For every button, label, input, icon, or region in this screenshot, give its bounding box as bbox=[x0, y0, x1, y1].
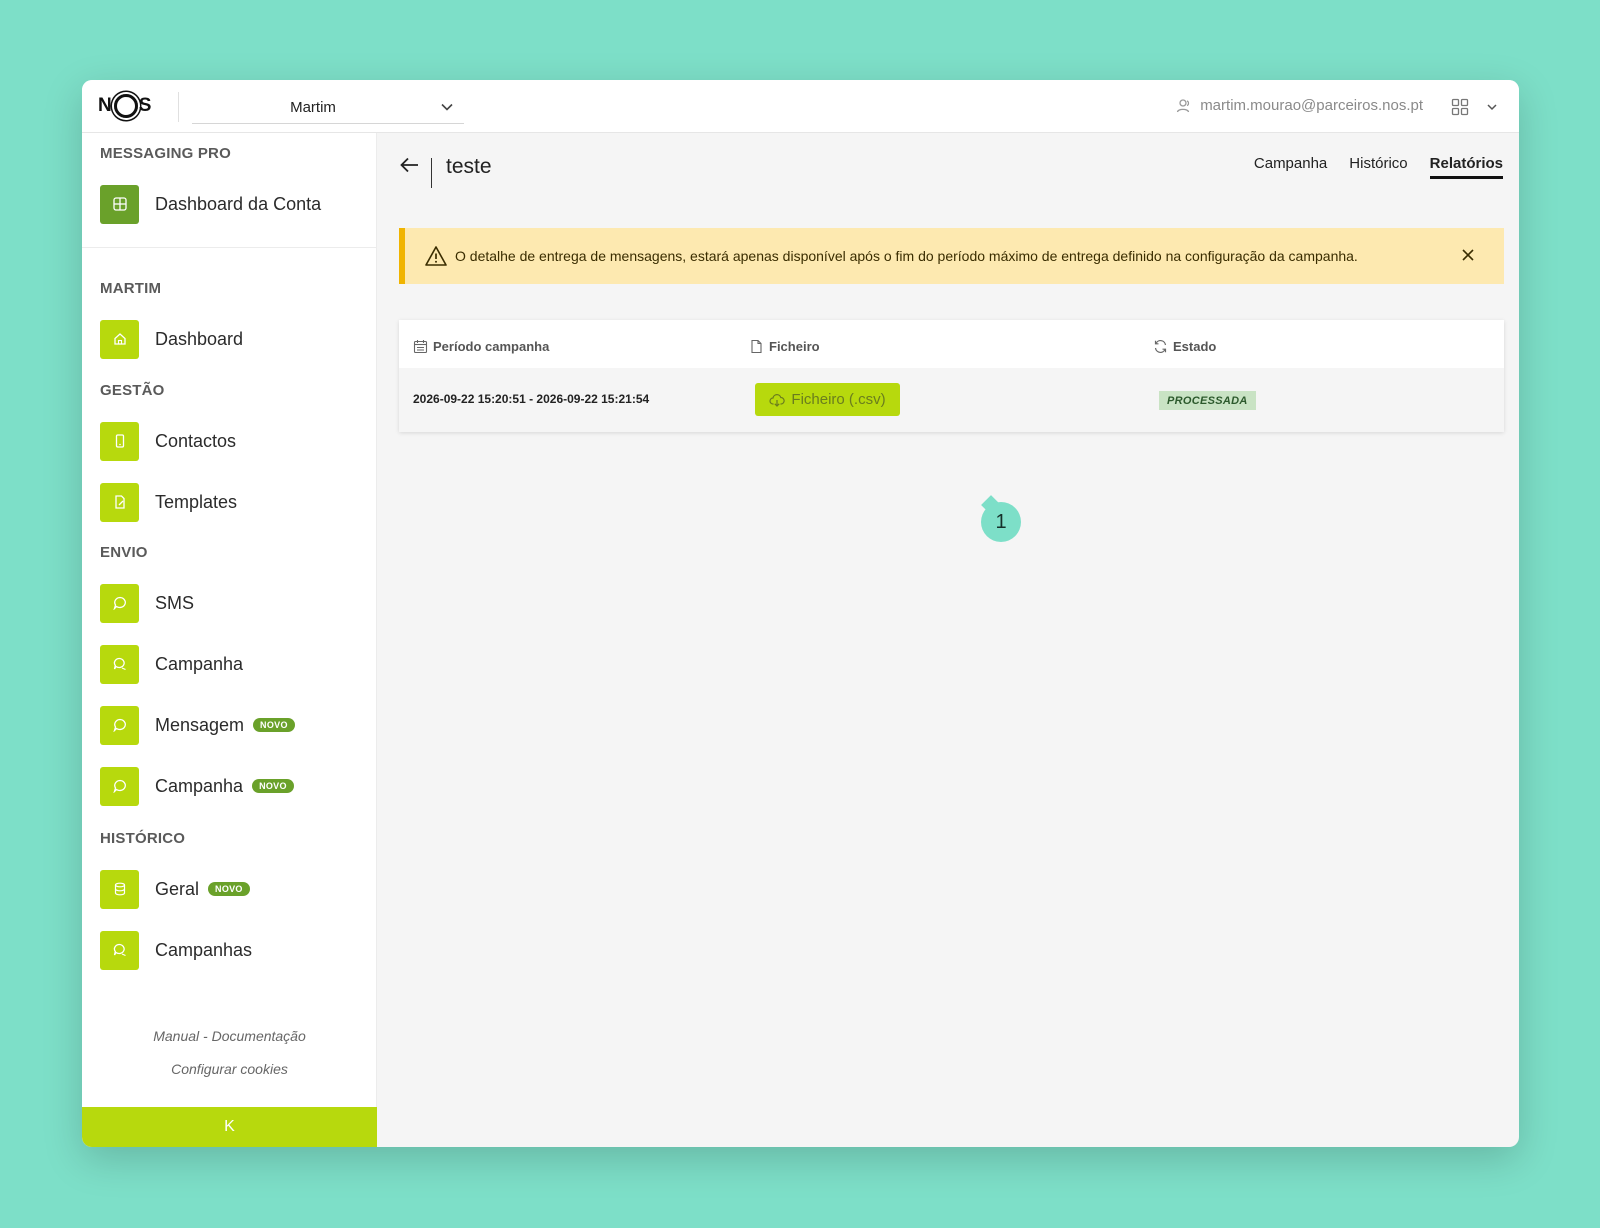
status-badge: PROCESSADA bbox=[1159, 391, 1256, 410]
column-header-file: Ficheiro bbox=[749, 336, 820, 356]
tab-campanha[interactable]: Campanha bbox=[1254, 155, 1327, 179]
phone-icon bbox=[100, 421, 139, 461]
logo-letter-s: S bbox=[138, 95, 153, 116]
table-row: 2026-09-22 15:20:51 - 2026-09-22 15:21:5… bbox=[399, 368, 1504, 432]
sidebar-item-campanha-novo[interactable]: Campanha NOVO bbox=[100, 766, 294, 806]
column-header-label: Ficheiro bbox=[769, 338, 820, 354]
sidebar-item-sms[interactable]: SMS bbox=[100, 583, 194, 623]
sidebar-item-campanha[interactable]: Campanha bbox=[100, 644, 243, 684]
manual-link[interactable]: Manual - Documentação bbox=[82, 1028, 377, 1044]
tab-bar: Campanha Histórico Relatórios bbox=[1254, 155, 1503, 179]
sidebar-item-label: Contactos bbox=[155, 430, 237, 451]
sidebar-item-dashboard-account[interactable]: Dashboard da Conta bbox=[100, 184, 321, 224]
sidebar-item-geral[interactable]: Geral NOVO bbox=[100, 869, 250, 909]
grid-icon bbox=[100, 184, 139, 224]
chat-bubble-icon bbox=[100, 766, 139, 806]
column-header-period: Período campanha bbox=[413, 336, 549, 356]
sidebar-item-label: SMS bbox=[155, 592, 195, 613]
tab-historico[interactable]: Histórico bbox=[1349, 155, 1407, 179]
nos-logo[interactable]: N S bbox=[98, 93, 152, 119]
sidebar-item-label: Campanha bbox=[155, 775, 244, 796]
alert-message: O detalhe de entrega de mensagens, estar… bbox=[455, 248, 1358, 264]
tab-relatorios[interactable]: Relatórios bbox=[1429, 155, 1503, 179]
sidebar-item-label: Dashboard da Conta bbox=[155, 193, 322, 214]
topbar-divider bbox=[178, 92, 179, 122]
campaign-chat-icon bbox=[100, 930, 139, 970]
sidebar-item-label: Geral bbox=[155, 878, 200, 899]
campaign-chat-icon bbox=[100, 644, 139, 684]
cookies-link[interactable]: Configurar cookies bbox=[82, 1061, 377, 1077]
close-icon[interactable] bbox=[1460, 247, 1476, 263]
section-title-account: MARTIM bbox=[100, 280, 162, 297]
warning-icon bbox=[425, 246, 447, 266]
section-title-gestao: GESTÃO bbox=[100, 382, 165, 399]
new-badge: NOVO bbox=[252, 779, 294, 793]
user-menu[interactable]: martim.mourao@parceiros.nos.pt bbox=[1176, 97, 1423, 114]
logo-letter-n: N bbox=[98, 95, 113, 116]
annotation-marker: 1 bbox=[981, 502, 1021, 542]
sidebar-item-label: Dashboard bbox=[155, 328, 244, 349]
section-title-app: MESSAGING PRO bbox=[100, 145, 231, 162]
account-select[interactable]: Martim bbox=[192, 90, 464, 124]
download-csv-label: Ficheiro (.csv) bbox=[791, 391, 886, 408]
sidebar-item-dashboard[interactable]: Dashboard bbox=[100, 319, 243, 359]
edit-document-icon bbox=[100, 482, 139, 522]
new-badge: NOVO bbox=[208, 882, 250, 896]
sidebar-item-campanhas[interactable]: Campanhas bbox=[100, 930, 252, 970]
reports-table: Período campanha Ficheiro Estado 2026-09… bbox=[399, 320, 1504, 432]
apps-chevron-down-icon[interactable] bbox=[1485, 100, 1499, 114]
calendar-icon bbox=[413, 339, 428, 353]
chevron-down-icon bbox=[441, 103, 453, 111]
top-bar: N S Martim martim.mourao@parceiros.nos.p… bbox=[82, 80, 1519, 133]
refresh-icon bbox=[1154, 339, 1167, 353]
section-title-historico: HISTÓRICO bbox=[100, 830, 186, 847]
new-badge: NOVO bbox=[253, 718, 295, 732]
page-title: teste bbox=[446, 155, 492, 178]
info-alert: O detalhe de entrega de mensagens, estar… bbox=[399, 228, 1504, 284]
column-header-label: Período campanha bbox=[433, 338, 550, 354]
user-email: martim.mourao@parceiros.nos.pt bbox=[1200, 97, 1423, 114]
sidebar-item-templates[interactable]: Templates bbox=[100, 482, 237, 522]
sidebar-item-label: Campanha bbox=[155, 653, 244, 674]
collapse-icon: K bbox=[224, 1118, 235, 1135]
home-icon bbox=[100, 319, 139, 359]
account-select-value: Martim bbox=[290, 99, 336, 116]
collapse-sidebar-button[interactable]: K bbox=[82, 1107, 377, 1147]
sidebar-item-mensagem[interactable]: Mensagem NOVO bbox=[100, 705, 295, 745]
download-csv-button[interactable]: Ficheiro (.csv) bbox=[755, 383, 900, 416]
database-icon bbox=[100, 869, 139, 909]
title-divider bbox=[431, 158, 432, 188]
user-icon bbox=[1177, 98, 1190, 112]
column-header-status: Estado bbox=[1153, 336, 1216, 356]
column-header-label: Estado bbox=[1173, 338, 1217, 354]
logo-sun-icon bbox=[113, 94, 138, 118]
sidebar: MESSAGING PRO Dashboard da Conta MARTIM … bbox=[82, 133, 377, 1147]
sidebar-divider bbox=[82, 247, 377, 248]
sidebar-item-contactos[interactable]: Contactos bbox=[100, 421, 236, 461]
chat-bubble-icon bbox=[100, 583, 139, 623]
apps-grid-icon[interactable] bbox=[1451, 98, 1469, 116]
sidebar-item-label: Campanhas bbox=[155, 939, 253, 960]
chat-bubble-icon bbox=[100, 705, 139, 745]
back-arrow-icon[interactable] bbox=[399, 154, 421, 176]
app-window: N S Martim martim.mourao@parceiros.nos.p… bbox=[82, 80, 1519, 1147]
sidebar-item-label: Templates bbox=[155, 491, 238, 512]
cloud-download-icon bbox=[769, 393, 786, 407]
file-icon bbox=[751, 339, 762, 353]
sidebar-item-label: Mensagem bbox=[155, 714, 245, 735]
section-title-envio: ENVIO bbox=[100, 544, 148, 561]
campaign-period: 2026-09-22 15:20:51 - 2026-09-22 15:21:5… bbox=[413, 392, 650, 406]
